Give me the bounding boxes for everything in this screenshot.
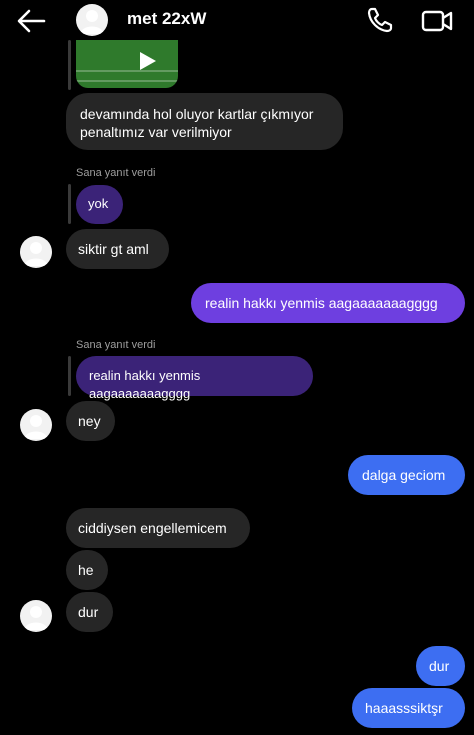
reply-label: Sana yanıt verdi — [76, 339, 156, 351]
thread-line — [68, 40, 71, 90]
message-bubble-outgoing[interactable]: dur — [416, 646, 465, 686]
message-bubble-incoming[interactable]: ney — [66, 401, 115, 441]
sender-avatar[interactable] — [20, 600, 52, 632]
reply-label: Sana yanıt verdi — [76, 167, 156, 179]
quote-bar — [68, 184, 71, 224]
message-bubble-outgoing[interactable]: haaasssiktşr — [352, 688, 465, 728]
back-arrow-icon[interactable] — [14, 6, 50, 36]
message-bubble-incoming[interactable]: dur — [66, 592, 113, 632]
sender-avatar[interactable] — [20, 236, 52, 268]
message-bubble-incoming[interactable]: devamında hol oluyor kartlar çıkmıyor pe… — [66, 93, 343, 150]
quoted-message[interactable]: yok — [76, 185, 123, 224]
message-bubble-incoming[interactable]: ciddiysen engellemicem — [66, 508, 250, 548]
message-bubble-outgoing[interactable]: dalga geciom — [348, 455, 465, 495]
phone-icon[interactable] — [364, 4, 396, 36]
message-bubble-incoming[interactable]: siktir gt aml — [66, 229, 169, 269]
message-bubble-incoming[interactable]: he — [66, 550, 108, 590]
field-line — [76, 70, 178, 72]
sender-avatar[interactable] — [20, 409, 52, 441]
chat-header: met 22xW — [0, 0, 474, 44]
field-line — [76, 80, 178, 82]
play-icon — [136, 50, 158, 72]
quote-bar — [68, 356, 71, 396]
video-camera-icon[interactable] — [419, 6, 455, 36]
contact-avatar[interactable] — [76, 4, 108, 36]
message-bubble-outgoing[interactable]: realin hakkı yenmis aagaaaaaaagggg — [191, 283, 465, 323]
video-thumbnail[interactable] — [76, 40, 178, 88]
quoted-message[interactable]: realin hakkı yenmis aagaaaaaaagggg — [76, 356, 313, 401]
contact-name[interactable]: met 22xW — [127, 9, 206, 29]
